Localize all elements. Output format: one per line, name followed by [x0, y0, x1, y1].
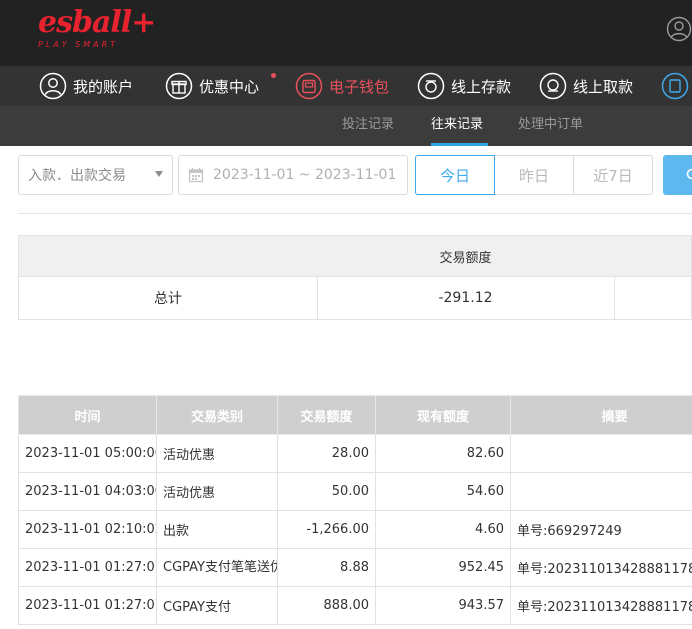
table-row: 2023-11-01 02:10:02 出款 -1,266.00 4.60 单号… [18, 510, 692, 549]
nav-label: 优惠中心 [199, 77, 260, 96]
cell-balance: 952.45 [375, 548, 511, 587]
transactions-table: 时间 交易类别 交易额度 现有额度 摘要 2023-11-01 05:00:00… [18, 395, 692, 625]
nav-label: 电子钱包 [329, 77, 390, 96]
gift-icon [165, 72, 193, 100]
table-row: 2023-11-01 01:27:07 CGPAY支付 888.00 943.5… [18, 586, 692, 625]
cell-time: 2023-11-01 01:27:07 [18, 548, 157, 587]
more-nav-icon[interactable] [661, 72, 689, 100]
nav-e-wallet[interactable]: 电子钱包 [295, 66, 389, 106]
range-7days-button[interactable]: 近7日 [573, 155, 653, 195]
withdraw-icon [539, 72, 567, 100]
cell-summary: 单号:202311013428881178 [510, 548, 692, 587]
cell-summary [510, 472, 692, 511]
transaction-type-value: 入款．出款交易 [28, 168, 126, 184]
cell-balance: 4.60 [375, 510, 511, 549]
date-range-input[interactable]: 2023-11-01 ~ 2023-11-01 [178, 155, 408, 195]
tab-transaction-records[interactable]: 往来记录 [431, 106, 483, 146]
nav-label: 我的账户 [73, 77, 134, 96]
nav-my-account[interactable]: 我的账户 [39, 66, 133, 106]
cell-time: 2023-11-01 05:00:00 [18, 434, 157, 473]
wallet-icon [295, 72, 323, 100]
notification-dot [271, 73, 276, 78]
date-range-value: 2023-11-01 ~ 2023-11-01 [213, 167, 397, 183]
nav-label: 线上取款 [573, 77, 634, 96]
nav-online-deposit[interactable]: 线上存款 [417, 66, 511, 106]
cell-time: 2023-11-01 02:10:02 [18, 510, 157, 549]
cell-time: 2023-11-01 01:27:07 [18, 586, 157, 625]
top-bar: esball+ PLAY SMART [0, 0, 692, 66]
section-divider [18, 213, 692, 214]
cell-amount: -1,266.00 [277, 510, 376, 549]
cell-amount: 888.00 [277, 586, 376, 625]
cell-summary [510, 434, 692, 473]
summary-header: 交易额度 [18, 235, 692, 277]
active-tab-indicator [431, 143, 488, 146]
cell-balance: 82.60 [375, 434, 511, 473]
cell-type: 出款 [156, 510, 278, 549]
logo-text: esball+ [38, 5, 156, 40]
range-today-button[interactable]: 今日 [415, 155, 495, 195]
cell-type: 活动优惠 [156, 434, 278, 473]
cell-amount: 28.00 [277, 434, 376, 473]
column-header-amount: 交易额度 [277, 395, 376, 435]
column-header-summary: 摘要 [510, 395, 692, 435]
search-icon [686, 168, 692, 180]
main-nav: 我的账户 优惠中心 电子钱包 线上存款 线上取款 [0, 66, 692, 106]
transaction-type-select[interactable]: 入款．出款交易 [18, 155, 173, 195]
nav-label: 线上存款 [451, 77, 512, 96]
range-yesterday-button[interactable]: 昨日 [494, 155, 574, 195]
nav-online-withdraw[interactable]: 线上取款 [539, 66, 633, 106]
user-circle-icon[interactable] [666, 16, 692, 42]
cell-balance: 54.60 [375, 472, 511, 511]
column-header-balance: 现有额度 [375, 395, 511, 435]
cell-amount: 50.00 [277, 472, 376, 511]
cell-time: 2023-11-01 04:03:00 [18, 472, 157, 511]
sub-nav: 投注记录 往来记录 处理中订单 [0, 106, 692, 146]
summary-total-label: 总计 [154, 291, 182, 307]
summary-total-value: -291.12 [438, 290, 493, 306]
column-header-type: 交易类别 [156, 395, 278, 435]
search-button[interactable] [663, 155, 692, 195]
logo-tagline: PLAY SMART [38, 40, 119, 49]
cell-type: CGPAY支付笔笔送优惠 [156, 548, 278, 587]
summary-amount-header: 交易额度 [439, 250, 492, 266]
tab-bet-records[interactable]: 投注记录 [342, 106, 394, 146]
dropdown-arrow-icon [155, 171, 163, 177]
column-header-time: 时间 [18, 395, 157, 435]
calendar-icon [188, 168, 204, 183]
cell-amount: 8.88 [277, 548, 376, 587]
cell-type: CGPAY支付 [156, 586, 278, 625]
esball-logo[interactable]: esball+ PLAY SMART [38, 6, 156, 52]
table-row: 2023-11-01 04:03:00 活动优惠 50.00 54.60 [18, 472, 692, 511]
cell-summary: 单号:669297249 [510, 510, 692, 549]
column-divider [614, 277, 615, 319]
table-row: 2023-11-01 01:27:07 CGPAY支付笔笔送优惠 8.88 95… [18, 548, 692, 587]
tab-pending-orders[interactable]: 处理中订单 [518, 106, 583, 146]
deposit-icon [417, 72, 445, 100]
cell-summary: 单号:202311013428881178 [510, 586, 692, 625]
summary-row: 总计 -291.12 [18, 277, 692, 320]
cell-type: 活动优惠 [156, 472, 278, 511]
cell-balance: 943.57 [375, 586, 511, 625]
table-row: 2023-11-01 05:00:00 活动优惠 28.00 82.60 [18, 434, 692, 473]
user-icon [39, 72, 67, 100]
table-header-row: 时间 交易类别 交易额度 现有额度 摘要 [18, 395, 692, 435]
nav-promotions[interactable]: 优惠中心 [165, 66, 259, 106]
